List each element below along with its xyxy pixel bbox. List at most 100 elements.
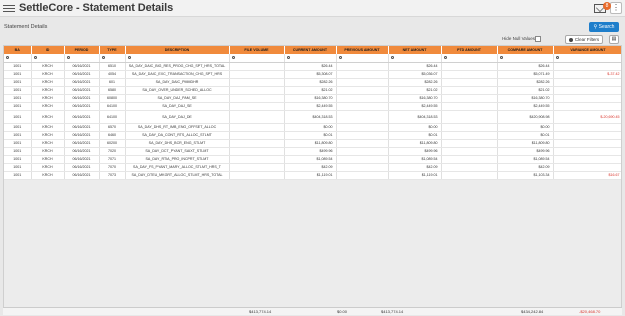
- table-row[interactable]: 1001 KRCH 06/16/2021 6510 SA_DAY_DAIC_BIG_RE…: [4, 62, 621, 71]
- table-row[interactable]: 1001 KRCH 06/16/2021 60800 SA_DAY_DAJ_PAM_SE…: [4, 94, 621, 103]
- table-cell: $11,809.80: [284, 139, 337, 148]
- column-header[interactable]: COMPARE AMOUNT: [497, 46, 554, 54]
- table-cell: $0.00: [388, 123, 442, 132]
- table-cell: 6580: [99, 86, 126, 95]
- grid-settings-icon[interactable]: ▤: [609, 35, 619, 44]
- table-row[interactable]: 1001 KRCH 06/16/2021 64100 SA_DAY_DAJ_DE $404…: [4, 110, 621, 124]
- table-cell: [441, 62, 498, 71]
- table-row[interactable]: 1001 KRCH 06/16/2021 7071 SA_DAY_RTIA_PRO_IN…: [4, 155, 621, 164]
- table-cell: [336, 94, 389, 103]
- table-cell: [553, 139, 621, 148]
- totals-row: $413,774.14 $0.00 $413,774.14 $434,242.8…: [3, 307, 622, 315]
- table-cell: $499.96: [284, 147, 337, 156]
- table-cell: [229, 155, 285, 164]
- table-cell: SA_DAY_DHS_RT_IMB_ENG_OFFSET_ALLOC: [125, 123, 230, 132]
- table-cell: 1001: [4, 102, 32, 111]
- table-row[interactable]: 1001 KRCH 06/16/2021 6580 SA_DAY_OVER_UNDER_…: [4, 86, 621, 95]
- table-cell: $0.00: [497, 123, 554, 132]
- table-cell: 1001: [4, 70, 32, 79]
- table-cell: $21.02: [388, 86, 442, 95]
- table-cell: $21.02: [497, 86, 554, 95]
- filter-search-icon: [101, 55, 105, 59]
- table-row[interactable]: 1001 KRCH 06/16/2021 60200 SA_DAY_DHS_BCR_EN…: [4, 139, 621, 148]
- table-cell: KRCH: [31, 70, 65, 79]
- table-cell: 06/16/2021: [64, 62, 100, 71]
- header-actions: 8 ⋮: [594, 1, 622, 14]
- column-filter-input[interactable]: [336, 54, 389, 63]
- table-cell: [441, 139, 498, 148]
- menu-icon[interactable]: [3, 4, 15, 12]
- table-cell: [229, 131, 285, 140]
- table-cell: [553, 131, 621, 140]
- filter-search-icon: [443, 55, 447, 59]
- hide-null-label: Hide Null Values: [502, 36, 535, 41]
- table-cell: [441, 102, 498, 111]
- table-cell: 1001: [4, 94, 32, 103]
- table-row[interactable]: 1001 KRCH 06/16/2021 64100 SA_DAY_DAJ_SE $2,4…: [4, 102, 621, 111]
- column-header-row: BA ID PERIOD TYPE DESCRIPTION FILE VOLUME CURR…: [4, 46, 621, 54]
- table-cell: $1,119.01: [388, 171, 442, 180]
- total-net-amount: $413,774.14: [381, 309, 404, 314]
- column-header[interactable]: PERIOD: [64, 46, 100, 54]
- column-header[interactable]: CURRENT AMOUNT: [284, 46, 337, 54]
- table-row[interactable]: 1001 KRCH 06/16/2021 601 SA_DAY_DAIC_PMMDHR $…: [4, 78, 621, 87]
- column-filter-input[interactable]: [64, 54, 100, 63]
- table-cell: $2,449.55: [388, 102, 442, 111]
- table-cell: $5,308.07: [284, 70, 337, 79]
- column-header[interactable]: TYPE: [99, 46, 126, 54]
- column-filter-input[interactable]: [388, 54, 442, 63]
- column-header[interactable]: BA: [4, 46, 32, 54]
- table-cell: $1,089.54: [388, 155, 442, 164]
- table-row[interactable]: 1001 KRCH 06/16/2021 7073 SA_DAY_DTEU_MKGRT_…: [4, 171, 621, 180]
- column-filter-input[interactable]: [125, 54, 230, 63]
- table-row[interactable]: 1001 KRCH 06/16/2021 6570 SA_DAY_DHS_RT_IMB_…: [4, 123, 621, 132]
- column-header[interactable]: PREVIOUS AMOUNT: [336, 46, 389, 54]
- table-cell: 06/16/2021: [64, 163, 100, 172]
- column-filter-input[interactable]: [441, 54, 498, 63]
- table-row[interactable]: 1001 KRCH 06/16/2021 7070 SA_DAY_FS_PYANT_MA…: [4, 163, 621, 172]
- search-button-label: Search: [598, 24, 615, 30]
- table-cell: 601: [99, 78, 126, 87]
- table-cell: [553, 78, 621, 87]
- column-filter-input[interactable]: [229, 54, 285, 63]
- table-row[interactable]: 1001 KRCH 06/16/2021 7020 SA_DAY_DCT_PYANT_S…: [4, 147, 621, 156]
- table-cell: [229, 139, 285, 148]
- more-options-icon[interactable]: ⋮: [610, 2, 622, 14]
- total-compare-amount: $434,242.84: [521, 309, 544, 314]
- table-cell: $16.67: [553, 171, 621, 180]
- table-cell: $0.00: [284, 123, 337, 132]
- table-cell: KRCH: [31, 86, 65, 95]
- hide-null-checkbox[interactable]: [535, 36, 541, 42]
- column-filter-input[interactable]: [553, 54, 621, 63]
- table-cell: [336, 78, 389, 87]
- column-header[interactable]: PTD AMOUNT: [441, 46, 498, 54]
- column-filter-input[interactable]: [31, 54, 65, 63]
- mail-icon[interactable]: 8: [594, 1, 611, 13]
- column-header[interactable]: VARIANCE AMOUNT: [553, 46, 621, 54]
- table-cell: 6510: [99, 62, 126, 71]
- table-cell: [229, 78, 285, 87]
- table-cell: [229, 110, 285, 124]
- table-cell: 1001: [4, 123, 32, 132]
- table-row[interactable]: 1001 KRCH 06/16/2021 4054 SA_DAY_DAIC_EXC_TR…: [4, 70, 621, 79]
- column-header[interactable]: DESCRIPTION: [125, 46, 230, 54]
- table-cell: [441, 86, 498, 95]
- table-cell: [336, 86, 389, 95]
- table-cell: $499.96: [497, 147, 554, 156]
- clear-filters-button[interactable]: Clear Filters: [565, 35, 603, 44]
- column-filter-input[interactable]: [497, 54, 554, 63]
- table-cell: $-37.42: [553, 70, 621, 79]
- column-filter-input[interactable]: [4, 54, 32, 63]
- table-row[interactable]: 1001 KRCH 06/16/2021 6460 SA_DAY_DA_CONT_RTS…: [4, 131, 621, 140]
- column-header[interactable]: ID: [31, 46, 65, 54]
- table-cell: 1001: [4, 171, 32, 180]
- column-header[interactable]: NET AMOUNT: [388, 46, 442, 54]
- table-cell: $42.09: [388, 163, 442, 172]
- column-filter-input[interactable]: [99, 54, 126, 63]
- table-cell: SA_DAY_DAJ_DE: [125, 110, 230, 124]
- search-button[interactable]: ⚲ Search: [589, 22, 619, 32]
- column-header[interactable]: FILE VOLUME: [229, 46, 285, 54]
- column-filter-input[interactable]: [284, 54, 337, 63]
- table-cell: 64100: [99, 102, 126, 111]
- filter-search-icon: [66, 55, 70, 59]
